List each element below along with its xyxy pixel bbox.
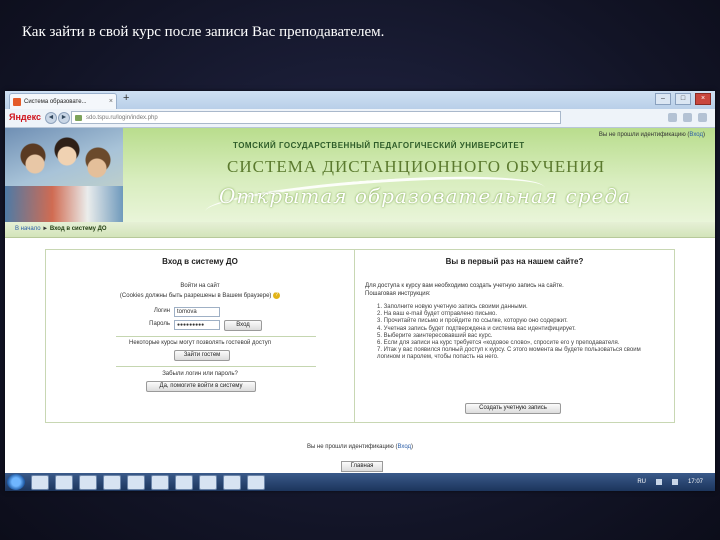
login-input[interactable]: tomova [174,307,220,317]
site-favicon-icon [13,98,21,106]
tab-strip: Система образовате... × + – □ × [5,91,715,109]
new-tab-button[interactable]: + [123,92,129,104]
address-text: sdo.tspu.ru/login/index.php [86,115,158,121]
login-panel: Вход в систему ДО Войти на сайт (Cookies… [46,250,355,422]
back-arrow-icon[interactable]: ◄ [45,112,57,124]
login-status-bottom: Вы не прошли идентификацию (Вход) [306,444,414,450]
toolbar-icons [668,113,707,122]
taskbar-app-icon[interactable] [223,474,241,490]
start-button[interactable] [7,474,25,490]
password-label: Пароль [149,321,170,327]
login-panels: Вход в систему ДО Войти на сайт (Cookies… [45,249,675,423]
maximize-button[interactable]: □ [675,93,691,105]
taskbar-app-icon[interactable] [175,474,193,490]
slide-title: Как зайти в свой курс после записи Вас п… [22,24,385,40]
yandex-search-logo[interactable]: Яндекс [9,112,41,122]
login-link-top[interactable]: Вход [689,132,703,138]
breadcrumb: В начало ► Вход в систему ДО [5,222,715,238]
list-item: 3. Прочитайте письмо и пройдите по ссылк… [377,318,568,325]
address-bar[interactable]: sdo.tspu.ru/login/index.php [71,111,561,124]
taskbar-app-icon[interactable] [31,474,49,490]
divider [116,336,316,337]
home-page-button[interactable]: Главная [341,461,383,472]
signup-heading: Вы в первый раз на нашем сайте? [445,257,584,266]
breadcrumb-current: Вход в систему ДО [49,226,107,232]
tab-title: Система образовате... [24,99,87,105]
clock[interactable]: 17:07 [688,479,703,485]
windows-taskbar: RU 17:07 [5,473,715,491]
site-tagline: Открытая образовательная среда [219,184,631,208]
taskbar-app-icon[interactable] [103,474,121,490]
list-item: 7. Итак у вас появился полный доступ к к… [377,347,641,361]
language-indicator[interactable]: RU [637,479,646,485]
list-item: 1. Заполните новую учетную запись своими… [377,304,528,310]
minimize-button[interactable]: – [655,93,671,105]
tray-icon[interactable] [655,479,662,485]
login-prompt: Войти на сайт [180,283,220,289]
forgot-password-button[interactable]: Да, помогите войти в систему [146,381,256,392]
university-name: ТОМСКИЙ ГОСУДАРСТВЕННЫЙ ПЕДАГОГИЧЕСКИЙ У… [233,141,525,150]
password-input[interactable]: ●●●●●●●●● [174,320,220,330]
menu-icon[interactable] [698,113,707,122]
navigation-bar: Яндекс ◄ ► sdo.tspu.ru/login/index.php [5,109,715,128]
tray-icon[interactable] [671,479,678,485]
taskbar-app-icon[interactable] [151,474,169,490]
forgot-password-question: Забыли логин или пароль? [162,371,238,377]
system-name: СИСТЕМА ДИСТАНЦИОННОГО ОБУЧЕНИЯ [227,157,606,176]
login-heading: Вход в систему ДО [162,257,238,266]
create-account-button[interactable]: Создать учетную запись [465,403,561,414]
system-tray: RU 17:07 [637,479,703,485]
signup-intro: Для доступа к курсу вам необходимо созда… [365,283,564,289]
taskbar-app-icon[interactable] [127,474,145,490]
signup-instructions-title: Пошаговая инструкция: [365,291,431,297]
site-header: Вы не прошли идентификацию (Вход) ТОМСКИ… [5,128,715,231]
divider [116,366,316,367]
students-photo [5,128,123,222]
signup-panel: Вы в первый раз на нашем сайте? Для дост… [355,250,674,422]
guest-access-note: Некоторые курсы могут позволять гостевой… [129,340,271,346]
home-icon[interactable] [683,113,692,122]
browser-window: Система образовате... × + – □ × Яндекс ◄… [5,91,715,491]
site-identity-icon [75,115,82,121]
window-controls: – □ × [655,93,711,105]
signup-steps: 1. Заполните новую учетную запись своими… [377,304,645,362]
login-label: Логин [153,308,170,314]
guest-login-button[interactable]: Зайти гостем [174,350,230,361]
taskbar-app-icon[interactable] [247,474,265,490]
web-page: Вы не прошли идентификацию (Вход) ТОМСКИ… [5,128,715,473]
login-submit-button[interactable]: Вход [224,320,262,331]
login-status-top: Вы не прошли идентификацию (Вход) [598,132,705,138]
breadcrumb-separator: ► [42,226,49,232]
taskbar-app-icon[interactable] [199,474,217,490]
bookmark-icon[interactable] [668,113,677,122]
taskbar-app-icon[interactable] [55,474,73,490]
forward-arrow-icon[interactable]: ► [58,112,70,124]
breadcrumb-home-link[interactable]: В начало [15,226,41,232]
taskbar-app-icon[interactable] [79,474,97,490]
browser-tab[interactable]: Система образовате... × [9,93,117,109]
list-item: 5. Выберите заинтересовавший вас курс. [377,332,493,339]
close-window-button[interactable]: × [695,93,711,105]
cookies-note: (Cookies должны быть разрешены в Вашем б… [46,292,354,299]
list-item: 4. Учетная запись будет подтверждена и с… [377,325,576,332]
login-link-bottom[interactable]: Вход [397,444,411,450]
help-icon[interactable]: ? [273,292,281,299]
tab-close-icon[interactable]: × [109,94,113,109]
